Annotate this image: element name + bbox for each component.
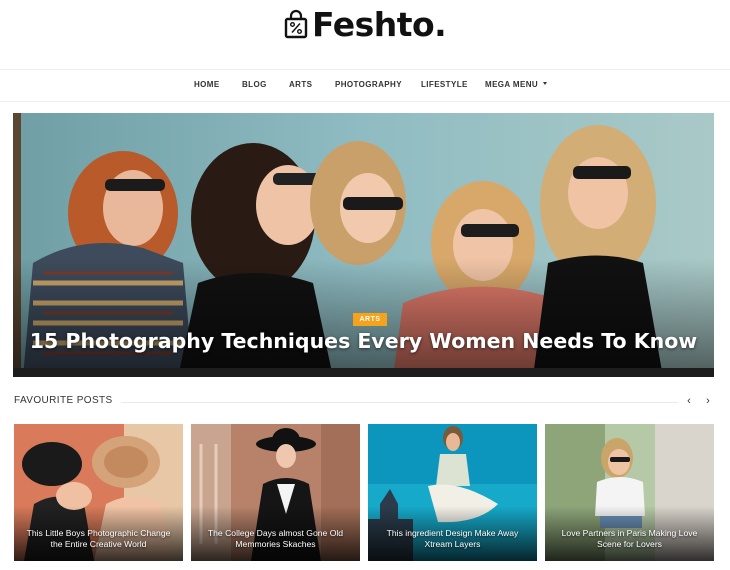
post-card[interactable]: This Little Boys Photographic Change the… (14, 424, 183, 561)
post-title[interactable]: This ingredient Design Make Away Xtream … (374, 528, 531, 550)
nav-item-arts[interactable]: ARTS (289, 80, 312, 89)
chevron-left-icon[interactable]: ‹ (683, 395, 695, 407)
nav-item-lifestyle[interactable]: LIFESTYLE (421, 80, 468, 89)
site-header: Feshto. (0, 0, 730, 70)
post-title[interactable]: Love Partners in Paris Making Love Scene… (551, 528, 708, 550)
site-logo[interactable]: Feshto. (284, 4, 447, 44)
post-card[interactable]: The College Days almost Gone Old Memmori… (191, 424, 360, 561)
nav-item-photography[interactable]: PHOTOGRAPHY (335, 80, 402, 89)
chevron-right-icon[interactable]: › (702, 395, 714, 407)
nav-item-blog[interactable]: BLOG (242, 80, 267, 89)
hero-title[interactable]: 15 Photography Techniques Every Women Ne… (13, 328, 714, 369)
hero-category-badge[interactable]: ARTS (353, 313, 387, 326)
post-title[interactable]: The College Days almost Gone Old Memmori… (197, 528, 354, 550)
post-card[interactable]: Love Partners in Paris Making Love Scene… (545, 424, 714, 561)
main-nav: HOME BLOG ARTS PHOTOGRAPHY LIFESTYLE MEG… (0, 69, 730, 102)
nav-item-mega-menu[interactable]: MEGA MENU (485, 80, 548, 89)
post-card[interactable]: This ingredient Design Make Away Xtream … (368, 424, 537, 561)
nav-item-mega-menu-label: MEGA MENU (485, 80, 539, 89)
caret-down-icon (543, 82, 548, 86)
section-divider (114, 402, 678, 403)
nav-item-home[interactable]: HOME (194, 80, 220, 89)
logo-text: Feshto. (312, 4, 447, 44)
favourite-posts-header: FAVOURITE POSTS ‹ › (14, 394, 714, 410)
section-title: FAVOURITE POSTS (14, 395, 121, 406)
post-title[interactable]: This Little Boys Photographic Change the… (20, 528, 177, 550)
shopping-bag-percent-icon (284, 9, 308, 39)
